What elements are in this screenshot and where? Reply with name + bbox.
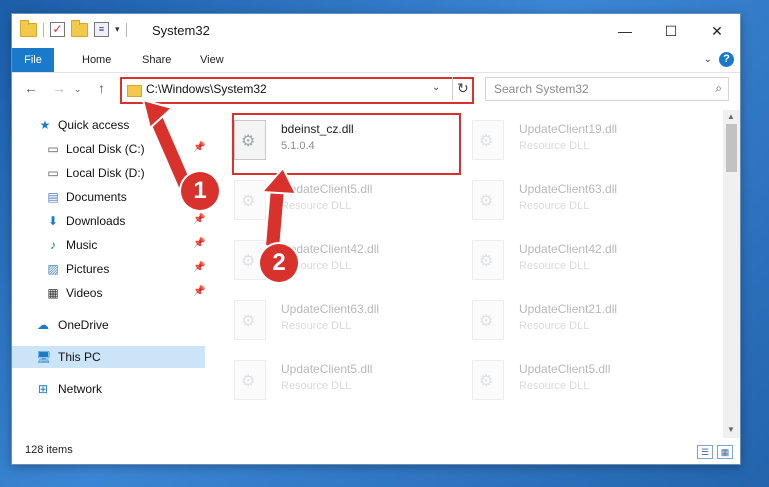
step-1-badge: 1 [181, 172, 219, 210]
annotation-arrows [141, 98, 298, 250]
step-2-badge: 2 [260, 244, 298, 282]
arrow-to-file [259, 166, 298, 250]
